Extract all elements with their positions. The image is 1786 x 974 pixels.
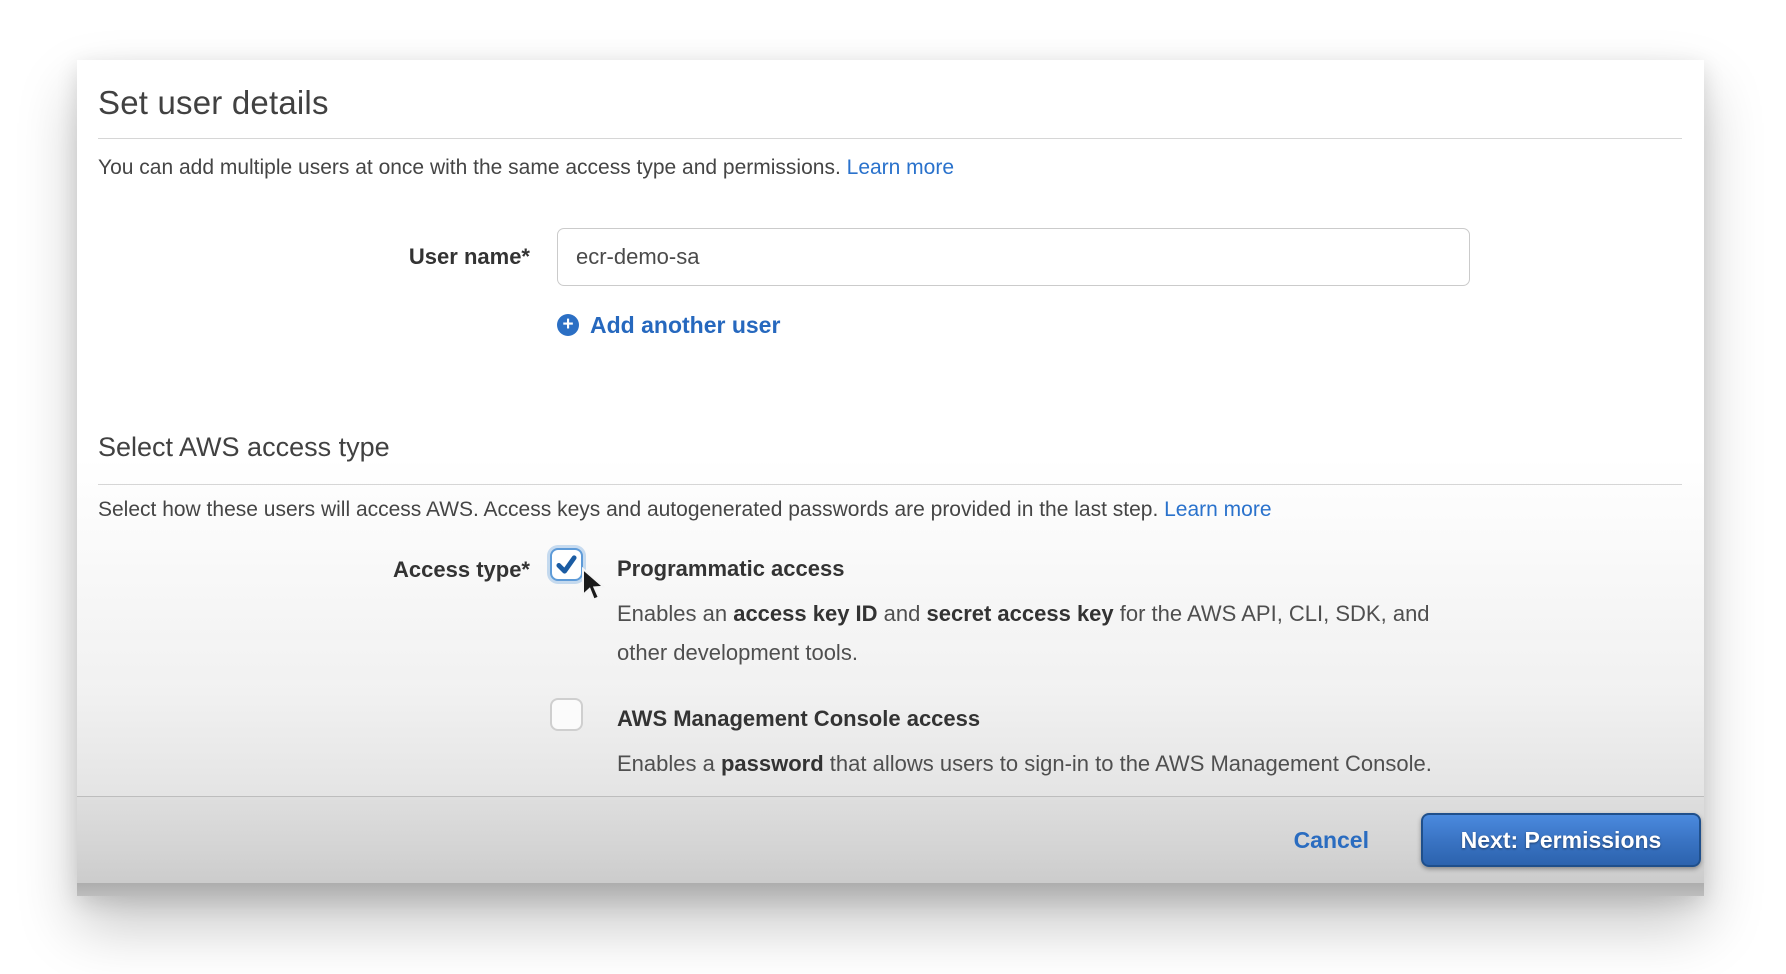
programmatic-access-checkbox[interactable]: [550, 548, 583, 581]
access-type-label: Access type*: [77, 557, 530, 583]
description-line: other development tools.: [617, 633, 1430, 672]
wizard-footer: Cancel Next: Permissions: [77, 796, 1704, 883]
username-input[interactable]: [557, 228, 1470, 286]
access-type-description-text: Select how these users will access AWS. …: [98, 498, 1158, 521]
access-type-heading: Select AWS access type: [98, 432, 390, 463]
checkmark-icon: [555, 553, 578, 576]
learn-more-link-access[interactable]: Learn more: [1164, 498, 1271, 521]
divider: [98, 138, 1682, 139]
card-bottom-strip: [77, 883, 1704, 896]
description-line: Enables an access key ID and secret acce…: [617, 594, 1430, 633]
programmatic-access-description: Enables an access key ID and secret acce…: [617, 594, 1430, 672]
plus-circle-icon: +: [557, 314, 579, 336]
access-type-description: Select how these users will access AWS. …: [98, 498, 1272, 522]
set-user-details-card: Set user details You can add multiple us…: [77, 60, 1704, 896]
divider: [98, 484, 1682, 485]
add-another-user-label: Add another user: [590, 312, 780, 339]
console-access-checkbox[interactable]: [550, 698, 583, 731]
console-access-description: Enables a password that allows users to …: [617, 744, 1432, 783]
user-details-description-text: You can add multiple users at once with …: [98, 156, 841, 179]
description-line: Enables a password that allows users to …: [617, 744, 1432, 783]
learn-more-link-users[interactable]: Learn more: [847, 156, 954, 179]
user-details-description: You can add multiple users at once with …: [98, 156, 954, 180]
username-label: User name*: [77, 244, 530, 270]
page: Set user details You can add multiple us…: [0, 0, 1786, 974]
cancel-button[interactable]: Cancel: [1294, 827, 1369, 854]
card-body: Set user details You can add multiple us…: [77, 60, 1704, 796]
page-title: Set user details: [98, 84, 329, 122]
programmatic-access-title[interactable]: Programmatic access: [617, 556, 844, 582]
next-permissions-button[interactable]: Next: Permissions: [1421, 813, 1701, 867]
add-another-user-link[interactable]: + Add another user: [557, 310, 780, 340]
console-access-title[interactable]: AWS Management Console access: [617, 706, 980, 732]
